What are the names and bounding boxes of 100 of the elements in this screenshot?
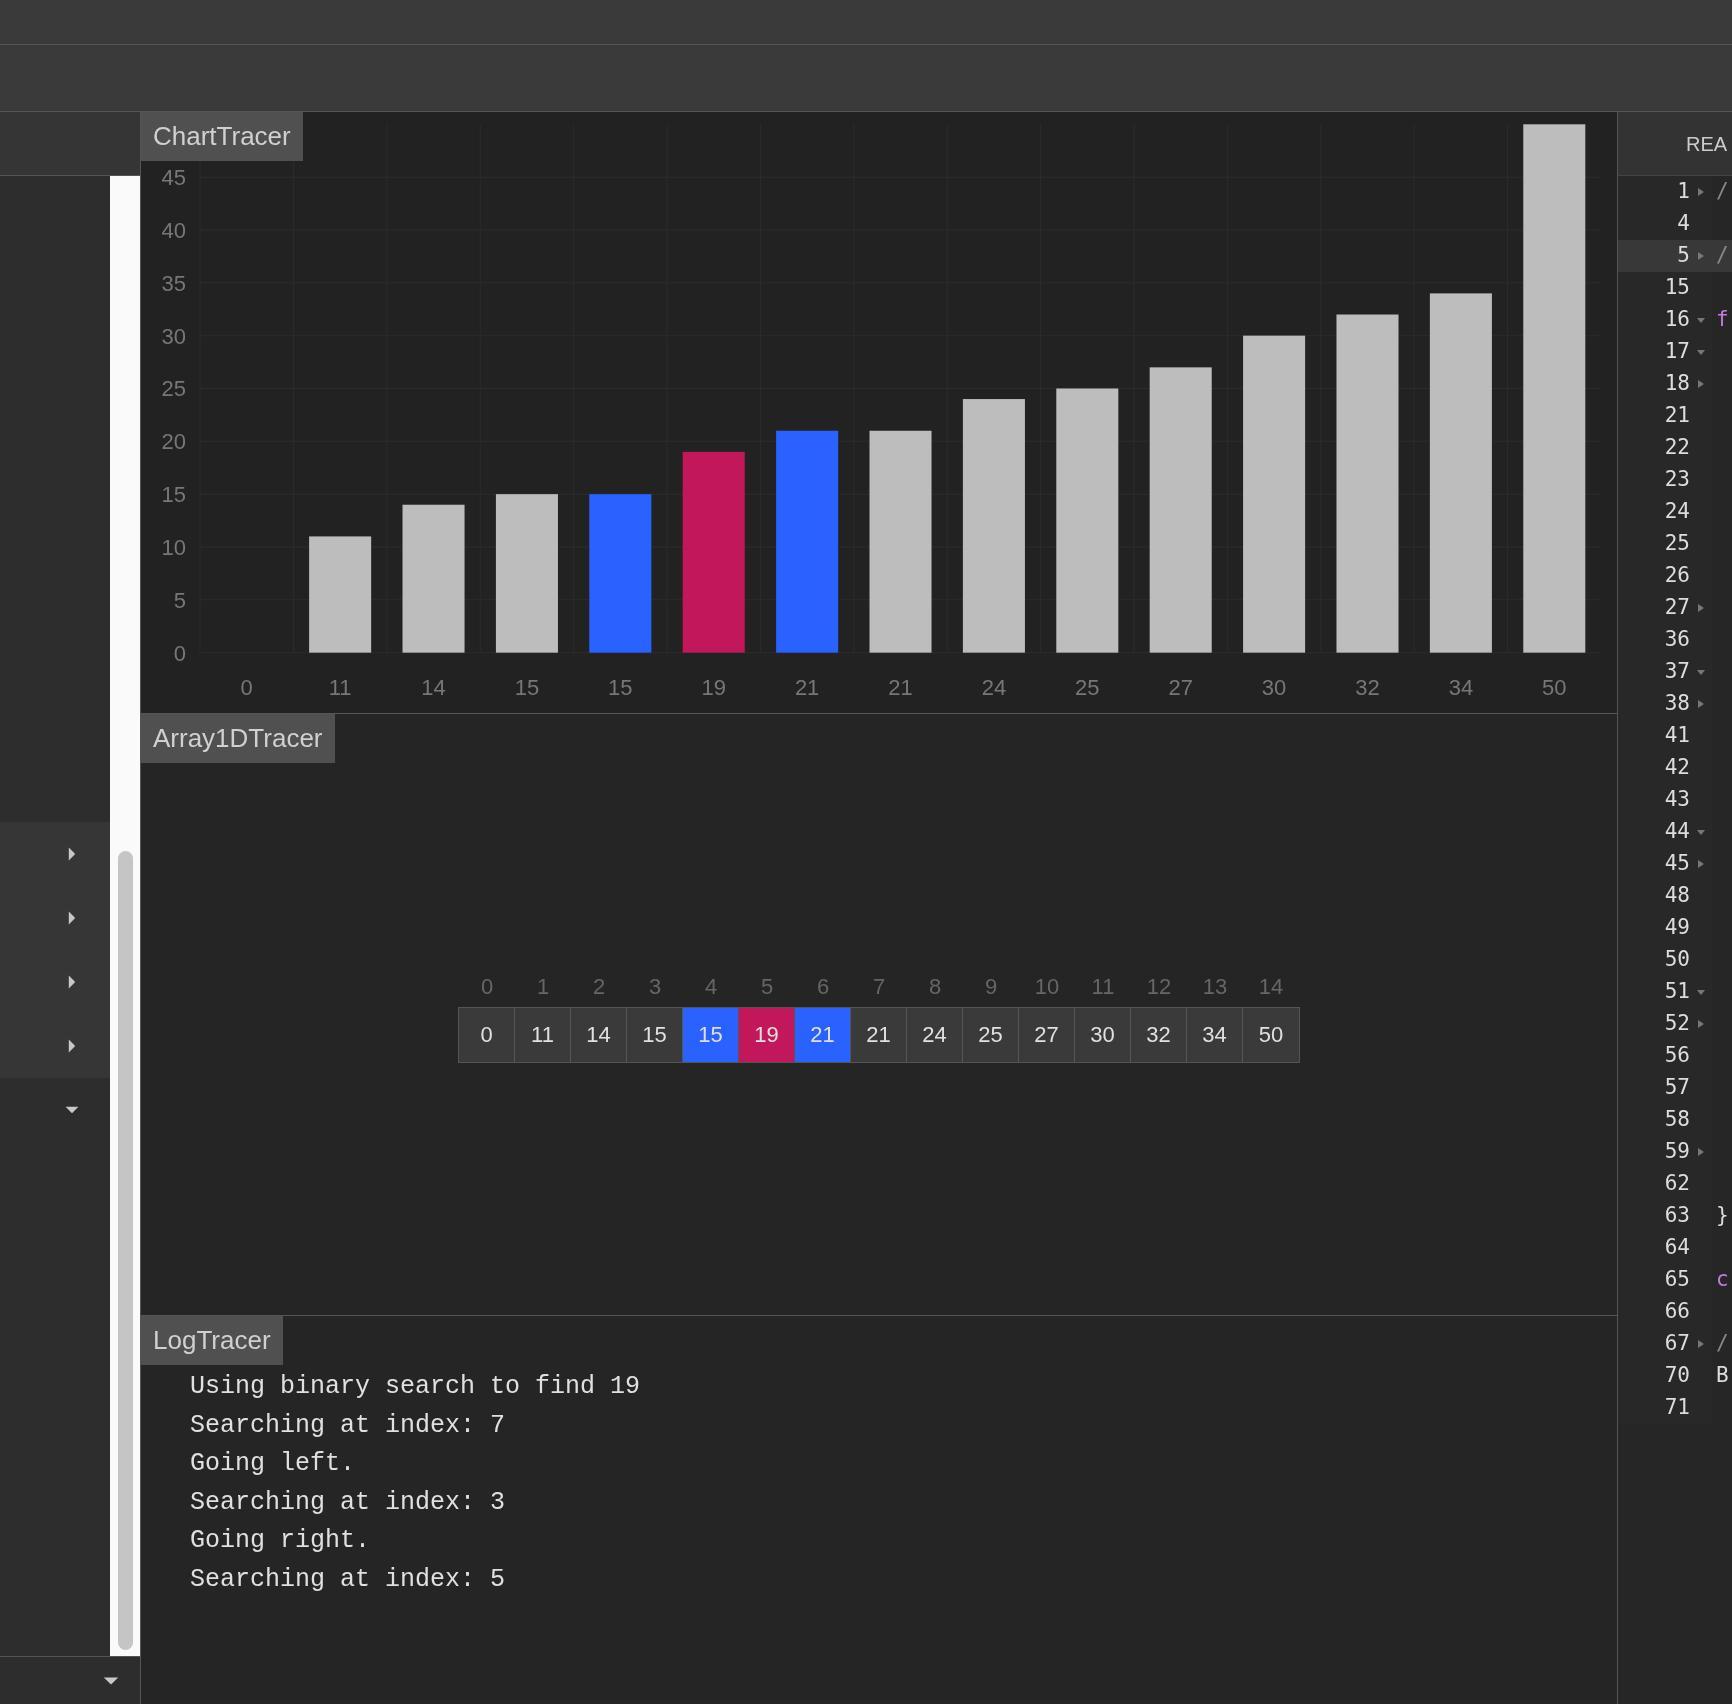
fold-icon[interactable] bbox=[1697, 1147, 1705, 1157]
index-label: 7 bbox=[871, 972, 887, 1001]
array-cell: 0 bbox=[459, 1007, 515, 1062]
code-text: c bbox=[1715, 1266, 1729, 1294]
y-tick-label: 5 bbox=[173, 587, 187, 613]
fold-icon[interactable] bbox=[1697, 699, 1705, 709]
line-number: 5 bbox=[1676, 242, 1690, 270]
x-tick-label: 19 bbox=[701, 674, 726, 700]
index-label: 11 bbox=[1090, 972, 1116, 1001]
fold-icon[interactable] bbox=[1696, 988, 1706, 996]
array-cell: 21 bbox=[795, 1007, 851, 1062]
y-tick-label: 20 bbox=[161, 429, 187, 455]
index-label: 13 bbox=[1201, 972, 1229, 1001]
array-cell: 19 bbox=[739, 1007, 795, 1062]
line-number: 36 bbox=[1663, 626, 1690, 654]
fold-icon[interactable] bbox=[1697, 379, 1705, 389]
fold-icon[interactable] bbox=[1697, 1019, 1705, 1029]
index-label: 5 bbox=[759, 972, 775, 1001]
line-number: 17 bbox=[1663, 338, 1690, 366]
line-number: 18 bbox=[1663, 370, 1690, 398]
x-tick-label: 21 bbox=[794, 674, 820, 700]
tab-label[interactable]: REA bbox=[1686, 128, 1728, 159]
line-number: 65 bbox=[1663, 1266, 1690, 1294]
line-number: 42 bbox=[1663, 754, 1690, 782]
index-label: 4 bbox=[703, 972, 719, 1001]
array-cell: 34 bbox=[1187, 1007, 1243, 1062]
x-tick-label: 24 bbox=[981, 674, 1007, 700]
x-tick-label: 50 bbox=[1542, 674, 1567, 700]
line-number: 52 bbox=[1663, 1010, 1690, 1038]
y-tick-label: 30 bbox=[161, 323, 187, 349]
x-tick-label: 0 bbox=[240, 674, 253, 700]
scrollbar-thumb[interactable] bbox=[117, 851, 133, 1650]
index-label: 12 bbox=[1145, 972, 1173, 1001]
array-cell: 24 bbox=[907, 1007, 963, 1062]
line-number: 59 bbox=[1663, 1138, 1690, 1166]
line-number: 27 bbox=[1663, 594, 1690, 622]
fold-icon[interactable] bbox=[1697, 251, 1705, 261]
line-number: 38 bbox=[1663, 690, 1690, 718]
line-number: 22 bbox=[1663, 434, 1690, 462]
fold-icon[interactable] bbox=[1696, 668, 1706, 676]
x-tick-label: 15 bbox=[608, 674, 633, 700]
code-text: B bbox=[1715, 1362, 1729, 1390]
array-cell: 30 bbox=[1075, 1007, 1131, 1062]
array-cell: 21 bbox=[851, 1007, 907, 1062]
line-number: 26 bbox=[1663, 562, 1690, 590]
index-label: 10 bbox=[1033, 972, 1061, 1001]
line-number: 57 bbox=[1663, 1074, 1690, 1102]
line-number: 67 bbox=[1663, 1330, 1690, 1358]
log-line: Searching at index: 5 bbox=[190, 1563, 506, 1596]
line-number: 63 bbox=[1663, 1202, 1690, 1230]
panel-title: LogTracer bbox=[141, 1316, 283, 1365]
index-label: 9 bbox=[983, 972, 999, 1001]
fold-icon[interactable] bbox=[1697, 603, 1705, 613]
fold-icon[interactable] bbox=[1697, 187, 1705, 197]
array-cell: 15 bbox=[683, 1007, 739, 1062]
line-number: 4 bbox=[1676, 210, 1690, 238]
y-tick-label: 25 bbox=[161, 376, 187, 402]
y-tick-label: 40 bbox=[161, 218, 187, 243]
y-tick-label: 35 bbox=[161, 270, 187, 296]
index-label: 14 bbox=[1257, 972, 1285, 1001]
line-number: 15 bbox=[1663, 274, 1690, 302]
index-label: 6 bbox=[815, 972, 831, 1001]
panel-title: ChartTracer bbox=[141, 112, 303, 161]
line-number: 66 bbox=[1663, 1298, 1690, 1326]
x-tick-label: 34 bbox=[1448, 674, 1474, 700]
array-cell: 15 bbox=[627, 1007, 683, 1062]
log-line: Searching at index: 3 bbox=[190, 1486, 506, 1519]
x-tick-label: 30 bbox=[1261, 674, 1287, 700]
line-number: 64 bbox=[1663, 1234, 1690, 1262]
array-cell: 32 bbox=[1131, 1007, 1187, 1062]
log-line: Going right. bbox=[190, 1525, 371, 1557]
fold-icon[interactable] bbox=[1696, 316, 1706, 324]
line-number: 23 bbox=[1663, 466, 1690, 494]
x-tick-label: 32 bbox=[1355, 674, 1380, 700]
line-number: 56 bbox=[1663, 1042, 1690, 1070]
x-tick-label: 11 bbox=[328, 674, 352, 700]
fold-icon[interactable] bbox=[1696, 828, 1706, 836]
panel-title: Array1DTracer bbox=[141, 714, 335, 763]
code-text: / bbox=[1715, 1330, 1729, 1358]
line-number: 24 bbox=[1663, 498, 1690, 526]
x-tick-label: 15 bbox=[514, 674, 540, 700]
line-number: 58 bbox=[1663, 1106, 1690, 1134]
index-label: 3 bbox=[647, 972, 663, 1001]
fold-icon[interactable] bbox=[1697, 859, 1705, 869]
fold-icon[interactable] bbox=[1696, 348, 1706, 356]
y-tick-label: 15 bbox=[161, 482, 187, 508]
log-line: Searching at index: 7 bbox=[190, 1409, 506, 1442]
line-number: 44 bbox=[1663, 818, 1690, 846]
x-tick-label: 21 bbox=[888, 674, 913, 700]
fold-icon[interactable] bbox=[1697, 1339, 1705, 1349]
line-number: 25 bbox=[1663, 530, 1690, 558]
line-number: 43 bbox=[1663, 786, 1690, 814]
line-number: 16 bbox=[1663, 306, 1690, 334]
line-number: 50 bbox=[1663, 946, 1690, 974]
array-cell: 27 bbox=[1019, 1007, 1075, 1062]
line-number: 41 bbox=[1663, 722, 1690, 750]
line-number: 1 bbox=[1676, 178, 1690, 206]
index-label: 0 bbox=[479, 972, 495, 1001]
line-number: 21 bbox=[1663, 402, 1690, 430]
line-number: 45 bbox=[1663, 850, 1690, 878]
